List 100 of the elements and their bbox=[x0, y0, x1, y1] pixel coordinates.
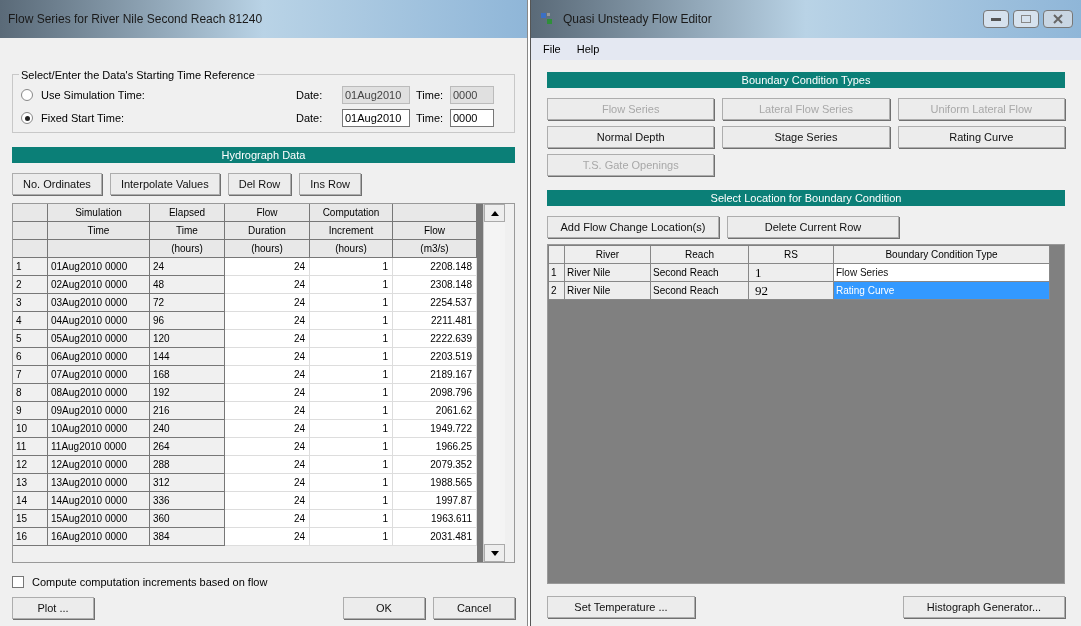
row-number: 3 bbox=[13, 294, 48, 312]
table-cell: 14Aug2010 0000 bbox=[48, 492, 150, 510]
column-header: RS bbox=[749, 246, 834, 264]
toolbar-button[interactable]: Interpolate Values bbox=[109, 173, 220, 195]
column-header: Simulation bbox=[48, 204, 150, 222]
row-number: 6 bbox=[13, 348, 48, 366]
table-cell: 1 bbox=[310, 474, 393, 492]
table-cell: 1997.87 bbox=[393, 492, 477, 510]
plot-button[interactable]: Plot ... bbox=[12, 597, 94, 619]
table-cell: 144 bbox=[150, 348, 225, 366]
menu-item[interactable]: File bbox=[543, 40, 561, 58]
table-cell: 24 bbox=[225, 420, 310, 438]
minimize-button[interactable] bbox=[983, 10, 1009, 28]
menu-item[interactable]: Help bbox=[576, 40, 600, 58]
table-cell: 1 bbox=[310, 420, 393, 438]
window-title: Flow Series for River Nile Second Reach 81240 bbox=[8, 11, 263, 28]
column-header: Elapsed bbox=[150, 204, 225, 222]
checkbox-label: Compute computation increments based on flow bbox=[32, 574, 268, 590]
table-cell: 168 bbox=[150, 366, 225, 384]
column-header: Reach bbox=[651, 246, 749, 264]
table-cell: 24 bbox=[150, 258, 225, 276]
scrollbar[interactable] bbox=[483, 204, 505, 562]
boundary-type-button[interactable]: Normal Depth bbox=[547, 126, 715, 148]
row-number: 10 bbox=[13, 420, 48, 438]
table-cell: 1949.722 bbox=[393, 420, 477, 438]
table-cell: 312 bbox=[150, 474, 225, 492]
table-cell: 192 bbox=[150, 384, 225, 402]
table-cell: 1988.565 bbox=[393, 474, 477, 492]
table-cell: 48 bbox=[150, 276, 225, 294]
maximize-button[interactable] bbox=[1013, 10, 1039, 28]
table-cell: 24 bbox=[225, 258, 310, 276]
table-cell: 216 bbox=[150, 402, 225, 420]
table-cell: 2211.481 bbox=[393, 312, 477, 330]
close-icon bbox=[1053, 14, 1063, 24]
table-cell: 1 bbox=[310, 294, 393, 312]
set-temperature-button[interactable]: Set Temperature ... bbox=[547, 596, 695, 618]
time-field[interactable]: 0000 bbox=[450, 109, 494, 127]
toolbar-button[interactable]: No. Ordinates bbox=[12, 173, 102, 195]
table-cell: 1 bbox=[310, 402, 393, 420]
column-header: Flow bbox=[225, 204, 310, 222]
radio-label: Use Simulation Time: bbox=[41, 87, 146, 103]
column-header: (hours) bbox=[310, 240, 393, 258]
close-button[interactable] bbox=[1043, 10, 1073, 28]
radio-label: Fixed Start Time: bbox=[41, 110, 126, 126]
location-button[interactable]: Add Flow Change Location(s) bbox=[547, 216, 719, 238]
table-cell: River Nile bbox=[565, 264, 651, 282]
date-label: Date: bbox=[296, 110, 324, 126]
table-cell: 2308.148 bbox=[393, 276, 477, 294]
location-button[interactable]: Delete Current Row bbox=[727, 216, 899, 238]
table-cell: 24 bbox=[225, 366, 310, 384]
histograph-generator-button[interactable]: Histograph Generator... bbox=[903, 596, 1065, 618]
table-cell: Second Reach bbox=[651, 264, 749, 282]
table-cell: 1 bbox=[310, 528, 393, 546]
cancel-button[interactable]: Cancel bbox=[433, 597, 515, 619]
table-cell: 1963.611 bbox=[393, 510, 477, 528]
table-cell: 240 bbox=[150, 420, 225, 438]
ok-button[interactable]: OK bbox=[343, 597, 425, 619]
date-field[interactable]: 01Aug2010 bbox=[342, 109, 410, 127]
checkbox[interactable] bbox=[12, 576, 24, 588]
table-cell: 1 bbox=[749, 264, 834, 282]
row-number: 7 bbox=[13, 366, 48, 384]
table-cell[interactable]: Flow Series bbox=[834, 264, 1050, 282]
row-number: 9 bbox=[13, 402, 48, 420]
row-number: 16 bbox=[13, 528, 48, 546]
toolbar-button[interactable]: Ins Row bbox=[299, 173, 362, 195]
row-number: 12 bbox=[13, 456, 48, 474]
table-cell: 2098.796 bbox=[393, 384, 477, 402]
table-cell: 06Aug2010 0000 bbox=[48, 348, 150, 366]
row-number: 1 bbox=[13, 258, 48, 276]
radio-button[interactable] bbox=[21, 112, 33, 124]
table-cell: 1 bbox=[310, 492, 393, 510]
table-cell: 2254.537 bbox=[393, 294, 477, 312]
row-number: 14 bbox=[13, 492, 48, 510]
row-number: 2 bbox=[549, 282, 565, 300]
scroll-up-icon[interactable] bbox=[490, 210, 499, 216]
table-cell: 24 bbox=[225, 510, 310, 528]
table-cell: 24 bbox=[225, 276, 310, 294]
row-number: 13 bbox=[13, 474, 48, 492]
row-number: 1 bbox=[549, 264, 565, 282]
toolbar-button[interactable]: Del Row bbox=[227, 173, 292, 195]
table-cell: 2079.352 bbox=[393, 456, 477, 474]
table-cell: 24 bbox=[225, 438, 310, 456]
column-header: Boundary Condition Type bbox=[834, 246, 1050, 264]
table-cell: 15Aug2010 0000 bbox=[48, 510, 150, 528]
table-cell: 24 bbox=[225, 312, 310, 330]
boundary-type-button[interactable]: Stage Series bbox=[722, 126, 890, 148]
scroll-down-icon[interactable] bbox=[490, 550, 499, 556]
boundary-type-button[interactable]: Rating Curve bbox=[897, 126, 1065, 148]
table-cell: 09Aug2010 0000 bbox=[48, 402, 150, 420]
table-cell: 24 bbox=[225, 528, 310, 546]
table-cell: 72 bbox=[150, 294, 225, 312]
table-cell: 08Aug2010 0000 bbox=[48, 384, 150, 402]
table-cell: 01Aug2010 0000 bbox=[48, 258, 150, 276]
time-label: Time: bbox=[415, 87, 445, 103]
column-header: Duration bbox=[225, 222, 310, 240]
table-cell: 04Aug2010 0000 bbox=[48, 312, 150, 330]
table-cell: 02Aug2010 0000 bbox=[48, 276, 150, 294]
row-number: 4 bbox=[13, 312, 48, 330]
table-cell: 288 bbox=[150, 456, 225, 474]
row-number: 11 bbox=[13, 438, 48, 456]
